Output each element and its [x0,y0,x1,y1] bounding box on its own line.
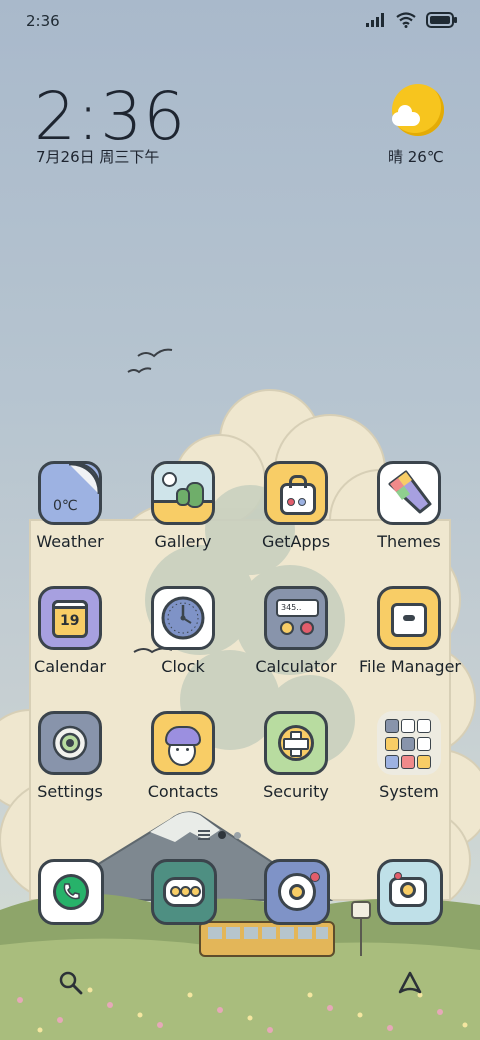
clock-widget-date: 7月26日 周三下午 [36,148,160,166]
gallery-icon [151,461,215,525]
app-themes[interactable]: Themes [359,461,459,551]
app-clock[interactable]: Clock [133,586,233,676]
app-label: Calculator [255,657,337,676]
app-label: Themes [377,532,441,551]
calendar-icon: 19 [38,586,102,650]
battery-icon [426,12,457,28]
app-label: Calendar [34,657,106,676]
clock-icon [151,586,215,650]
app-getapps[interactable]: GetApps [246,461,346,551]
page-dot-active [218,831,226,839]
status-icons [366,12,458,28]
app-label: Gallery [154,532,212,551]
settings-gear-icon [38,711,102,775]
calculator-icon: 345.. [264,586,328,650]
assistant-icon[interactable] [396,970,424,996]
phone-icon [38,859,104,925]
app-label: Contacts [147,782,219,801]
clock-widget-time[interactable]: 2:36 [34,78,186,155]
folder-grid-icon [377,711,441,775]
security-shield-icon [264,711,328,775]
app-label: Clock [161,657,205,676]
cloud-icon [392,105,420,126]
page-list-icon [198,830,210,840]
getapps-bag-icon [264,461,328,525]
app-calendar[interactable]: 19 Calendar [20,586,120,676]
app-gallery[interactable]: Gallery [133,461,233,551]
app-folder-system[interactable]: System [359,711,459,801]
calculator-display: 345.. [276,599,319,617]
app-weather[interactable]: 0℃ Weather [20,461,120,551]
weather-widget-text: 晴 26℃ [388,148,444,166]
weather-icon-text: 0℃ [53,498,78,514]
app-label: Security [263,782,329,801]
app-label: System [379,782,439,801]
signal-icon [366,13,384,27]
app-settings[interactable]: Settings [20,711,120,801]
app-label: GetApps [261,532,331,551]
calendar-icon-day: 19 [60,613,80,629]
messages-icon [151,859,217,925]
dock-camera[interactable] [377,859,443,925]
dock-browser[interactable] [264,859,330,925]
app-file-manager[interactable]: File Manager [359,586,461,676]
app-label: Settings [37,782,103,801]
app-label: Weather [36,532,104,551]
app-calculator[interactable]: 345.. Calculator [246,586,346,676]
app-security[interactable]: Security [246,711,346,801]
app-contacts[interactable]: Contacts [133,711,233,801]
camera-icon [377,859,443,925]
folder-icon [377,586,441,650]
status-time: 2:36 [26,12,60,30]
wifi-icon [396,12,416,28]
browser-icon [264,859,330,925]
weather-app-icon: 0℃ [38,461,102,525]
dock-messages[interactable] [151,859,217,925]
search-icon[interactable] [58,970,84,996]
contacts-person-icon [151,711,215,775]
page-indicator[interactable] [198,830,241,840]
dock-phone[interactable] [38,859,104,925]
status-bar: 2:36 [0,0,480,44]
page-dot [234,831,241,839]
app-label: File Manager [359,657,461,676]
themes-brush-icon [377,461,441,525]
